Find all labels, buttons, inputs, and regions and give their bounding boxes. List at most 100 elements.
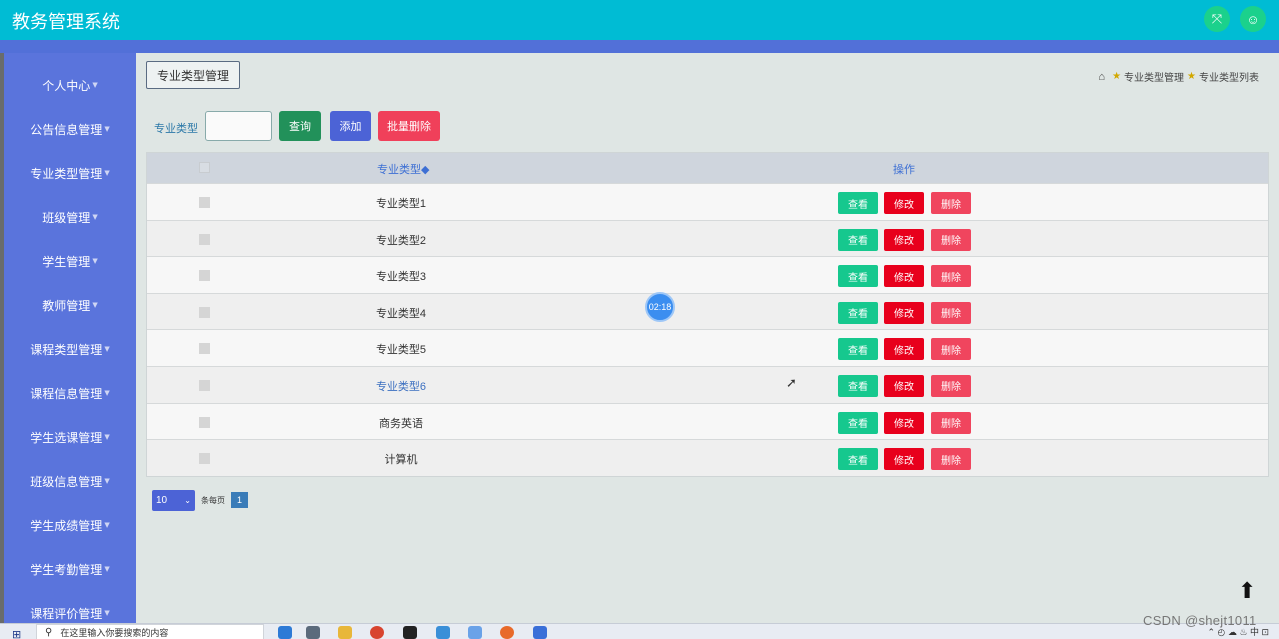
sidebar-item-classes[interactable]: 班级管理 ▼ [4,205,136,229]
cortana-icon[interactable] [278,626,292,639]
row-checkbox[interactable] [199,197,210,208]
table-row: 专业类型1 查看 修改 删除 [147,183,1268,220]
sidebar-item-teachers[interactable]: 教师管理 ▼ [4,293,136,317]
view-button[interactable]: 查看 [838,192,878,214]
chevron-down-icon: ⌄ [184,496,191,505]
page-size-select[interactable]: 10 ⌄ [152,490,195,511]
view-button[interactable]: 查看 [838,265,878,288]
edit-button[interactable]: 修改 [884,228,924,251]
sidebar-item-major-types[interactable]: 专业类型管理 ▼ [4,161,136,185]
cloud-app-icon[interactable] [436,626,450,639]
sidebar-item-course-types[interactable]: 课程类型管理 ▼ [4,337,136,361]
os-taskbar: ⊞ ⚲ 在这里输入你要搜索的内容 ⌃ ◴ ☁ ♨ 中 ⊡ [0,623,1279,639]
chevron-down-icon: ▼ [92,81,98,89]
column-header-operations: 操作 [893,164,915,176]
delete-button[interactable]: 删除 [931,192,971,214]
baidu-netdisk-icon[interactable] [468,626,482,639]
chevron-down-icon: ▼ [104,345,110,353]
recording-timer[interactable]: 02:18 [645,292,675,322]
view-button[interactable]: 查看 [838,301,878,324]
sidebar-item-course-reviews[interactable]: 课程评价管理 ▼ [4,601,136,623]
page-size-value: 10 [156,495,168,506]
user-icon[interactable]: ☺ [1240,6,1266,32]
row-checkbox[interactable] [199,453,210,465]
main-content: 专业类型管理 ⌂ ★ 专业类型管理 ★ 专业类型列表 专业类型 查询 添加 批量… [136,53,1279,623]
windows-start-icon[interactable]: ⊞ [12,628,21,639]
app-title: 教务管理系统 [12,12,120,33]
edit-button[interactable]: 修改 [884,448,924,471]
edit-button[interactable]: 修改 [884,338,924,361]
chevron-down-icon: ▼ [92,301,98,309]
back-to-top-icon[interactable]: ⬆ [1238,578,1256,604]
sidebar-item-grades[interactable]: 学生成绩管理 ▼ [4,513,136,537]
delete-button[interactable]: 删除 [931,265,971,288]
chevron-down-icon: ▼ [92,213,98,221]
home-icon[interactable]: ⌂ [1098,71,1105,83]
edit-button[interactable]: 修改 [884,265,924,288]
breadcrumb: ⌂ ★ 专业类型管理 ★ 专业类型列表 [1098,69,1259,85]
chevron-down-icon: ▼ [104,565,110,573]
select-all-checkbox[interactable] [199,162,210,173]
fullscreen-icon[interactable]: ⤧ [1204,6,1230,32]
query-button[interactable]: 查询 [279,111,321,141]
chevron-down-icon: ▼ [104,609,110,617]
sidebar-item-attendance[interactable]: 学生考勤管理 ▼ [4,557,136,581]
view-button[interactable]: 查看 [838,411,878,434]
batch-delete-button[interactable]: 批量删除 [378,111,440,141]
row-checkbox[interactable] [199,379,210,391]
row-name: 专业类型1 [375,198,427,210]
page-number-button[interactable]: 1 [231,492,248,508]
delete-button[interactable]: 删除 [931,448,971,471]
chrome-icon[interactable] [370,626,384,639]
view-button[interactable]: 查看 [838,338,878,361]
row-checkbox[interactable] [199,343,210,355]
row-checkbox[interactable] [199,416,210,428]
column-header-major-type[interactable]: 专业类型◆ [377,161,429,177]
search-label: 专业类型 [154,123,198,135]
row-checkbox[interactable] [199,233,210,245]
taskbar-search-input[interactable]: ⚲ 在这里输入你要搜索的内容 [36,624,264,639]
breadcrumb-item[interactable]: 专业类型管理 [1124,69,1184,84]
sidebar-item-course-selection[interactable]: 学生选课管理 ▼ [4,425,136,449]
search-icon: ⚲ [45,626,53,638]
sidebar-item-students[interactable]: 学生管理 ▼ [4,249,136,273]
mouse-cursor-icon: ➚ [786,375,797,390]
sidebar-item-class-info[interactable]: 班级信息管理 ▼ [4,469,136,493]
delete-button[interactable]: 删除 [931,411,971,434]
row-name[interactable]: 专业类型6 [347,378,455,394]
sidebar-item-notices[interactable]: 公告信息管理 ▼ [4,117,136,141]
table-row: 专业类型3 查看 修改 删除 [147,256,1268,293]
firefox-icon[interactable] [500,626,514,639]
table-header: 专业类型◆ 操作 [147,153,1268,183]
edit-button[interactable]: 修改 [884,411,924,434]
add-button[interactable]: 添加 [330,111,371,141]
header-band [0,40,1279,53]
delete-button[interactable]: 删除 [931,228,971,251]
edit-button[interactable]: 修改 [884,192,924,214]
page-title: 专业类型管理 [146,61,240,89]
chevron-down-icon: ▼ [92,257,98,265]
chevron-down-icon: ▼ [104,125,110,133]
delete-button[interactable]: 删除 [931,301,971,324]
task-view-icon[interactable] [306,626,320,639]
edit-button[interactable]: 修改 [884,301,924,324]
editor-app-icon[interactable] [533,626,547,639]
row-name: 专业类型4 [375,307,427,320]
row-checkbox[interactable] [199,306,210,318]
edit-button[interactable]: 修改 [884,374,924,397]
sidebar-item-profile[interactable]: 个人中心 ▼ [4,73,136,97]
row-checkbox[interactable] [199,270,210,282]
chevron-down-icon: ▼ [104,169,110,177]
view-button[interactable]: 查看 [838,228,878,251]
view-button[interactable]: 查看 [838,374,878,397]
sidebar-item-courses[interactable]: 课程信息管理 ▼ [4,381,136,405]
table-row: 商务英语 查看 修改 删除 [147,402,1268,440]
delete-button[interactable]: 删除 [931,338,971,361]
qq-icon[interactable] [403,626,417,639]
file-explorer-icon[interactable] [338,626,352,639]
breadcrumb-item: 专业类型列表 [1199,73,1259,84]
delete-button[interactable]: 删除 [931,374,971,397]
search-input[interactable] [205,111,272,141]
view-button[interactable]: 查看 [838,448,878,471]
row-name: 商务英语 [379,417,423,430]
